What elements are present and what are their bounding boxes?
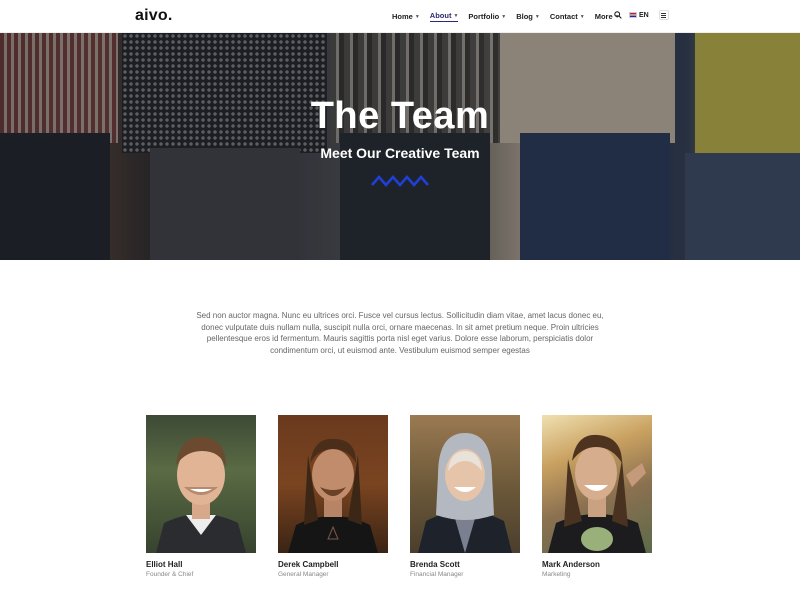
nav-item-label: Portfolio (468, 12, 500, 21)
team-member-role: Founder & Chief (146, 571, 194, 578)
team-member-role: General Manager (278, 571, 329, 578)
nav-item-label: More (594, 12, 613, 21)
team-member-photo (410, 415, 520, 553)
chevron-down-icon: ▼ (534, 13, 540, 20)
nav-item-label: Contact (549, 12, 578, 21)
chevron-down-icon: ▼ (501, 13, 507, 20)
header-tools: EN (614, 10, 669, 20)
intro-paragraph: Sed non auctor magna. Nunc eu ultrices o… (196, 311, 604, 355)
chevron-down-icon: ▼ (414, 13, 420, 20)
team-member-card[interactable]: Brenda Scott Financial Manager (410, 415, 520, 578)
language-selector[interactable]: EN (629, 12, 649, 19)
page-title: The Team (310, 95, 490, 137)
team-member-photo (146, 415, 256, 553)
site-logo[interactable]: aivo. (135, 7, 172, 25)
zigzag-divider-icon (371, 175, 429, 187)
language-label: EN (639, 11, 649, 19)
nav-item-label: Home (392, 12, 413, 21)
nav-item-label: Blog (516, 12, 533, 21)
hero-banner: The Team Meet Our Creative Team (0, 33, 800, 260)
page-subtitle: Meet Our Creative Team (320, 145, 480, 161)
team-member-name: Elliot Hall (146, 560, 183, 569)
person-portrait-icon (288, 438, 378, 553)
nav-item-home[interactable]: Home ▼ (392, 12, 420, 21)
team-member-name: Mark Anderson (542, 560, 600, 569)
team-member-name: Derek Campbell (278, 560, 339, 569)
team-member-card[interactable]: Derek Campbell General Manager (278, 415, 388, 578)
team-member-photo (542, 415, 652, 553)
team-member-card[interactable]: Mark Anderson Marketing (542, 415, 652, 578)
person-portrait-icon (418, 433, 512, 553)
nav-item-contact[interactable]: Contact ▼ (550, 12, 585, 21)
team-member-role: Marketing (542, 571, 571, 578)
team-member-card[interactable]: Elliot Hall Founder & Chief (146, 415, 256, 578)
team-member-role: Financial Manager (410, 571, 464, 578)
uk-flag-icon (629, 12, 637, 18)
site-header: aivo. Home ▼ About ▼ Portfolio ▼ Blog ▼ Cont… (0, 0, 800, 33)
chevron-down-icon: ▼ (453, 12, 459, 19)
chevron-down-icon: ▼ (579, 13, 585, 20)
team-grid: Elliot Hall Founder & Chief Derek Campbe… (146, 415, 674, 578)
hamburger-menu-icon[interactable] (658, 10, 669, 20)
nav-item-portfolio[interactable]: Portfolio ▼ (468, 12, 506, 21)
team-member-photo (278, 415, 388, 553)
team-member-name: Brenda Scott (410, 560, 460, 569)
main-nav: Home ▼ About ▼ Portfolio ▼ Blog ▼ Contact ▼ M… (392, 11, 630, 22)
search-icon[interactable] (614, 11, 622, 19)
nav-item-blog[interactable]: Blog ▼ (516, 12, 540, 21)
nav-item-label: About (429, 11, 452, 20)
nav-item-about[interactable]: About ▼ (429, 11, 459, 22)
person-portrait-icon (548, 434, 646, 553)
person-portrait-icon (156, 436, 246, 553)
